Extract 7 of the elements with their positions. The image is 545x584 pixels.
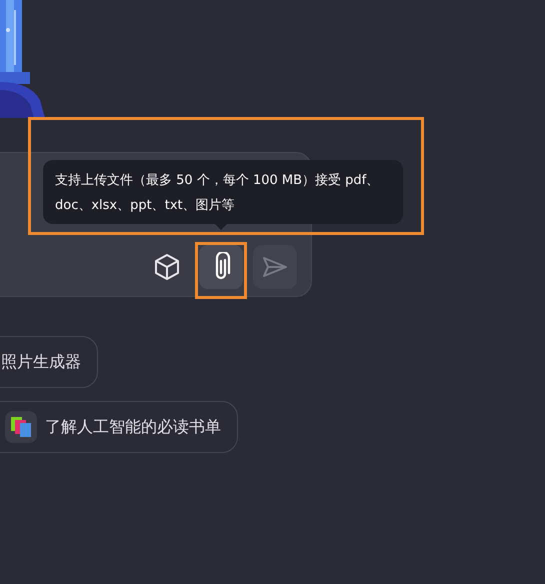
suggestion-chip[interactable]: 了解人工智能的必读书单 xyxy=(0,401,238,453)
cube-icon xyxy=(154,253,180,281)
send-icon xyxy=(262,256,288,278)
suggestion-chip[interactable]: 照片生成器 xyxy=(0,336,98,388)
books-icon xyxy=(9,416,33,438)
attach-button[interactable] xyxy=(199,245,243,289)
tooltip-text: 支持上传文件（最多 50 个，每个 100 MB）接受 pdf、doc、xlsx、ppt、txt、图片等 xyxy=(55,173,380,213)
